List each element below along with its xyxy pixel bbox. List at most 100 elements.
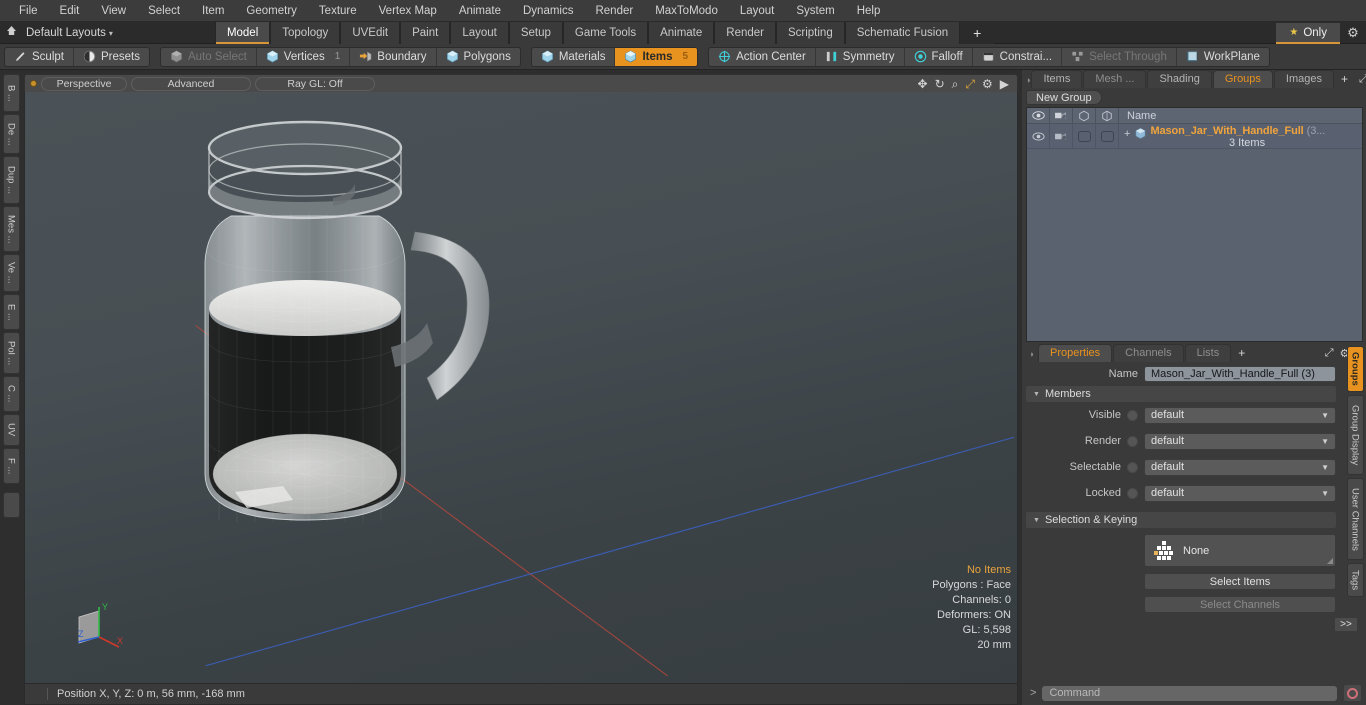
left-tab-uv[interactable]: UV [2,414,20,446]
rtab-add-button[interactable]: + [1335,72,1354,88]
tab-setup[interactable]: Setup [508,21,563,44]
col-visibility-icon[interactable] [1027,108,1050,123]
group-list[interactable]: Name + Mason_Jar_With_Handle_Full (3... … [1026,107,1363,342]
tab-scripting[interactable]: Scripting [775,21,845,44]
rtab-shading[interactable]: Shading [1147,70,1212,88]
falloff-button[interactable]: Falloff [905,47,973,66]
menu-item-view[interactable]: View [90,3,137,19]
axis-gizmo[interactable]: Y X Z [69,599,131,655]
workplane-button[interactable]: WorkPlane [1177,48,1269,66]
viewport-menu-icon[interactable] [30,80,37,87]
row-shade-toggle[interactable] [1073,124,1096,148]
menu-item-geometry[interactable]: Geometry [235,3,308,19]
expand-icon[interactable]: ⤢ [1359,73,1366,86]
left-tab-extra[interactable] [2,492,20,518]
tab-topology[interactable]: Topology [270,21,341,44]
menu-item-edit[interactable]: Edit [49,3,91,19]
action-center-button[interactable]: Action Center [709,47,816,66]
render-radio[interactable] [1127,435,1138,447]
left-tab-mesh-edit[interactable]: Mes ... [2,206,20,252]
menu-item-render[interactable]: Render [584,3,644,19]
layout-preset-dropdown[interactable]: Default Layouts ▾ [22,27,119,39]
vertices-button[interactable]: Vertices 1 [257,47,351,66]
menu-item-layout[interactable]: Layout [729,3,786,19]
left-tab-deform[interactable]: De ... [2,114,20,154]
ptab-lists[interactable]: Lists [1184,344,1232,362]
visible-dropdown[interactable]: default ▼ [1144,406,1336,424]
only-toggle-button[interactable]: ★ Only [1276,22,1340,44]
viewport-3d[interactable]: No Items Polygons : Face Channels: 0 Def… [24,92,1018,684]
locked-radio[interactable] [1127,487,1138,499]
right-tab-tags[interactable]: Tags [1346,563,1364,597]
menu-item-texture[interactable]: Texture [308,3,368,19]
move-icon[interactable]: ✥ [918,78,928,90]
viewport-shading-dropdown[interactable]: Advanced [131,76,251,91]
col-render-icon[interactable] [1050,108,1073,123]
menu-item-select[interactable]: Select [137,3,191,19]
gear-icon[interactable]: ⚙ [1340,25,1366,41]
visible-radio[interactable] [1127,409,1138,421]
selectable-radio[interactable] [1127,461,1138,473]
right-tab-groups[interactable]: Groups [1346,346,1364,392]
rtab-groups[interactable]: Groups [1212,70,1273,88]
locked-dropdown[interactable]: default ▼ [1144,484,1336,502]
tab-model[interactable]: Model [214,21,271,44]
command-input[interactable]: Command [1041,684,1338,702]
row-name-cell[interactable]: + Mason_Jar_With_Handle_Full (3... 3 Ite… [1119,124,1362,149]
select-items-button[interactable]: Select Items [1144,573,1336,590]
rotate-icon[interactable]: ↻ [935,78,945,90]
row-visibility-toggle[interactable] [1027,124,1050,148]
row-expander[interactable]: + [1124,125,1130,140]
menu-item-file[interactable]: File [8,3,49,19]
menu-item-animate[interactable]: Animate [448,3,512,19]
menu-item-help[interactable]: Help [846,3,892,19]
left-tab-vertex[interactable]: Ve ... [2,254,20,292]
right-tab-group-display[interactable]: Group Display [1346,395,1364,475]
selection-set-dropdown[interactable]: None [1144,534,1336,567]
right-tab-user-channels[interactable]: User Channels [1346,478,1364,560]
menu-item-item[interactable]: Item [191,3,235,19]
fit-icon[interactable]: ⤢ [965,78,975,90]
select-through-button[interactable]: Select Through [1062,47,1177,66]
properties-menu-icon[interactable]: ◗ [1026,349,1038,362]
left-tab-polygon[interactable]: Pol ... [2,332,20,374]
ptab-add-button[interactable]: + [1232,346,1251,362]
tab-paint[interactable]: Paint [400,21,451,44]
menu-item-dynamics[interactable]: Dynamics [512,3,584,19]
render-dropdown[interactable]: default ▼ [1144,432,1336,450]
ptab-properties[interactable]: Properties [1038,344,1113,362]
row-render-toggle[interactable] [1050,124,1073,148]
sculpt-button[interactable]: Sculpt [5,47,74,66]
symmetry-button[interactable]: Symmetry [816,47,905,66]
rtab-mesh[interactable]: Mesh ... [1083,70,1147,88]
table-row[interactable]: + Mason_Jar_With_Handle_Full (3... 3 Ite… [1027,124,1362,149]
expand-icon[interactable]: ⤢ [1325,347,1334,360]
materials-button[interactable]: Materials [532,47,616,66]
left-tab-edge[interactable]: E ... [2,294,20,330]
left-tab-fusion[interactable]: F ... [2,448,20,484]
gear-icon[interactable]: ⚙ [982,78,993,90]
viewport-raygl-dropdown[interactable]: Ray GL: Off [255,76,375,91]
polygons-button[interactable]: Polygons [437,48,520,66]
selection-keying-section-header[interactable]: ▼ Selection & Keying [1026,512,1336,528]
auto-select-button[interactable]: Auto Select [161,47,257,66]
ptab-channels[interactable]: Channels [1113,344,1184,362]
left-tab-duplicate[interactable]: Dup ... [2,156,20,204]
tab-uvedit[interactable]: UVEdit [340,21,401,44]
constraint-button[interactable]: Constrai... [973,47,1063,66]
play-icon[interactable]: ▶ [1000,78,1009,90]
items-button[interactable]: Items 5 [615,47,698,66]
col-shade-icon[interactable] [1073,108,1096,123]
group-list-empty-area[interactable] [1027,149,1362,341]
tab-render[interactable]: Render [714,21,776,44]
row-wire-toggle[interactable] [1096,124,1119,148]
presets-button[interactable]: Presets [74,48,149,66]
rtab-items[interactable]: Items [1031,70,1083,88]
home-icon[interactable] [0,25,22,40]
left-tab-basic[interactable]: B ... [2,74,20,112]
name-input[interactable]: Mason_Jar_With_Handle_Full (3) [1144,366,1336,382]
add-tab-button[interactable]: + [960,21,995,44]
tab-layout[interactable]: Layout [450,21,509,44]
new-group-button[interactable]: New Group [1026,90,1102,105]
tab-schematic-fusion[interactable]: Schematic Fusion [844,21,961,44]
